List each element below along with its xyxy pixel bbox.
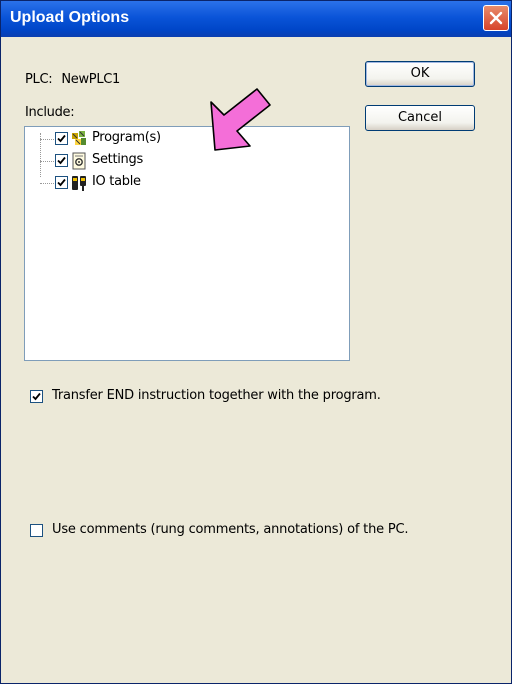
transfer-end-option[interactable]: Transfer END instruction together with t… (30, 388, 490, 408)
use-comments-checkbox[interactable] (30, 524, 43, 537)
io-table-label: IO table (92, 174, 141, 189)
dialog-client-area: PLC: NewPLC1 Include: Program(s) Setting… (4, 37, 508, 680)
settings-label: Settings (92, 152, 143, 167)
dialog-title: Upload Options (10, 9, 130, 26)
title-bar[interactable]: Upload Options (1, 1, 511, 37)
programs-label: Program(s) (92, 130, 161, 145)
io-table-checkbox[interactable] (55, 176, 68, 189)
programs-icon (72, 131, 86, 145)
include-label: Include: (25, 105, 75, 120)
use-comments-option[interactable]: Use comments (rung comments, annotations… (30, 522, 490, 542)
close-button[interactable] (483, 5, 509, 31)
settings-checkbox[interactable] (55, 154, 68, 167)
include-tree[interactable]: Program(s) Settings IO table (24, 126, 350, 361)
check-icon (57, 178, 66, 187)
use-comments-label: Use comments (rung comments, annotations… (52, 522, 409, 537)
check-icon (32, 392, 41, 401)
close-icon (489, 11, 503, 25)
io-table-icon (72, 176, 86, 191)
programs-checkbox[interactable] (55, 132, 68, 145)
tree-item-io-table[interactable]: IO table (25, 173, 225, 195)
check-icon (57, 156, 66, 165)
settings-icon (72, 152, 86, 170)
transfer-end-checkbox[interactable] (30, 390, 43, 403)
pink-arrow-icon (210, 88, 271, 151)
cancel-button[interactable]: Cancel (365, 105, 475, 131)
ok-button[interactable]: OK (365, 61, 475, 87)
tree-connector (40, 183, 54, 184)
check-icon (57, 134, 66, 143)
plc-name: NewPLC1 (61, 72, 121, 87)
plc-label: PLC: (25, 72, 53, 87)
plc-row: PLC: NewPLC1 (25, 72, 129, 87)
upload-options-dialog: Upload Options PLC: NewPLC1 Include: Pro… (0, 0, 512, 684)
tree-connector (40, 161, 54, 162)
tree-connector (40, 139, 54, 140)
transfer-end-label: Transfer END instruction together with t… (52, 388, 381, 403)
